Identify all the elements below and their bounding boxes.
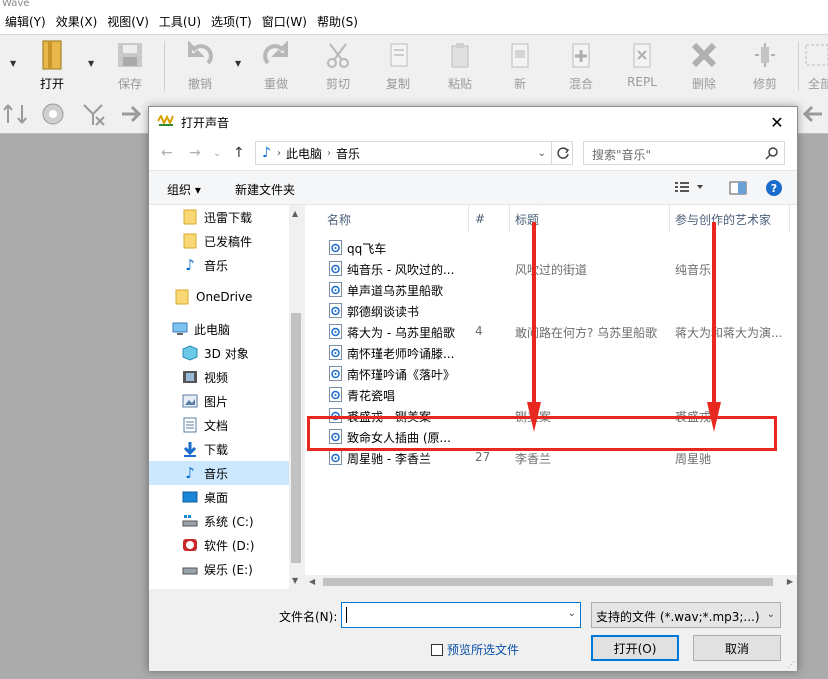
- annotation-arrow: [527, 222, 541, 432]
- annotation-arrows: [527, 222, 721, 432]
- annotation-arrow: [707, 222, 721, 432]
